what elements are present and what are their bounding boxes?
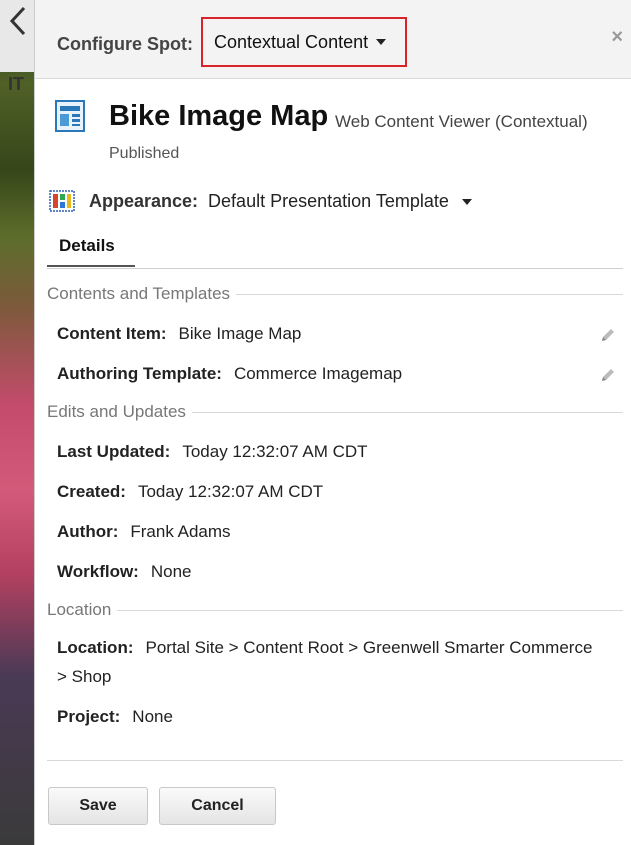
- section-contents-templates: Contents and Templates: [47, 284, 623, 304]
- appearance-row: Appearance: Default Presentation Templat…: [49, 188, 472, 214]
- author-label: Author:: [57, 522, 119, 541]
- created-field: Created: Today 12:32:07 AM CDT: [57, 482, 323, 502]
- footer-divider: [47, 760, 623, 761]
- edit-authoring-template-pencil-icon[interactable]: [599, 366, 617, 384]
- section-location: Location: [47, 600, 623, 620]
- created-label: Created:: [57, 482, 126, 501]
- content-item-label: Content Item:: [57, 324, 167, 343]
- content-title: Bike Image Map: [109, 100, 329, 132]
- location-field: Location: Portal Site > Content Root > Gr…: [57, 633, 597, 691]
- tab-bar: Details: [47, 230, 623, 269]
- workflow-field: Workflow: None: [57, 562, 192, 582]
- content-item-field: Content Item: Bike Image Map: [57, 324, 301, 344]
- last-updated-field: Last Updated: Today 12:32:07 AM CDT: [57, 442, 368, 462]
- divider: [236, 293, 623, 295]
- authoring-template-field: Authoring Template: Commerce Imagemap: [57, 364, 402, 384]
- chevron-down-icon: [376, 39, 387, 45]
- workflow-label: Workflow:: [57, 562, 139, 581]
- save-button[interactable]: Save: [48, 787, 148, 825]
- background-partial-text: IT: [8, 74, 24, 94]
- panel-header: Configure Spot: Contextual Content ×: [35, 0, 631, 79]
- location-value: Portal Site > Content Root > Greenwell S…: [57, 638, 593, 686]
- appearance-template-icon: [49, 190, 75, 212]
- appearance-template-value: Default Presentation Template: [208, 190, 449, 211]
- appearance-label: Appearance:: [89, 190, 199, 211]
- configure-spot-label: Configure Spot:: [57, 34, 193, 54]
- project-label: Project:: [57, 707, 121, 726]
- spot-type-value: Contextual Content: [214, 31, 369, 52]
- divider: [191, 411, 623, 413]
- last-updated-value: Today 12:32:07 AM CDT: [182, 442, 368, 461]
- section-edits-updates: Edits and Updates: [47, 402, 623, 422]
- workflow-value: None: [150, 562, 192, 581]
- location-label: Location:: [57, 638, 134, 657]
- project-value: None: [132, 707, 173, 726]
- divider: [117, 609, 623, 611]
- configure-spot-panel: Configure Spot: Contextual Content × Bik…: [34, 0, 631, 845]
- edit-content-item-pencil-icon[interactable]: [599, 326, 617, 344]
- section-title: Edits and Updates: [47, 402, 186, 421]
- appearance-template-dropdown[interactable]: Default Presentation Template: [208, 191, 472, 212]
- project-field: Project: None: [57, 707, 173, 727]
- author-value: Frank Adams: [130, 522, 231, 541]
- last-updated-label: Last Updated:: [57, 442, 171, 461]
- authoring-template-value: Commerce Imagemap: [233, 364, 403, 383]
- chevron-down-icon: [461, 198, 472, 205]
- chevron-left-icon[interactable]: [8, 6, 34, 36]
- spot-type-dropdown[interactable]: Contextual Content: [201, 17, 407, 67]
- cancel-button[interactable]: Cancel: [159, 787, 276, 825]
- author-field: Author: Frank Adams: [57, 522, 231, 542]
- authoring-template-label: Authoring Template:: [57, 364, 222, 383]
- content-item-value: Bike Image Map: [178, 324, 302, 343]
- web-content-icon: [55, 100, 85, 132]
- tab-details[interactable]: Details: [47, 230, 135, 267]
- close-icon[interactable]: ×: [611, 26, 623, 49]
- background-page-strip: IT: [0, 0, 34, 845]
- section-title: Location: [47, 600, 112, 619]
- created-value: Today 12:32:07 AM CDT: [137, 482, 324, 501]
- content-type: Web Content Viewer (Contextual): [335, 112, 588, 131]
- section-title: Contents and Templates: [47, 284, 231, 303]
- publish-status: Published: [109, 145, 180, 162]
